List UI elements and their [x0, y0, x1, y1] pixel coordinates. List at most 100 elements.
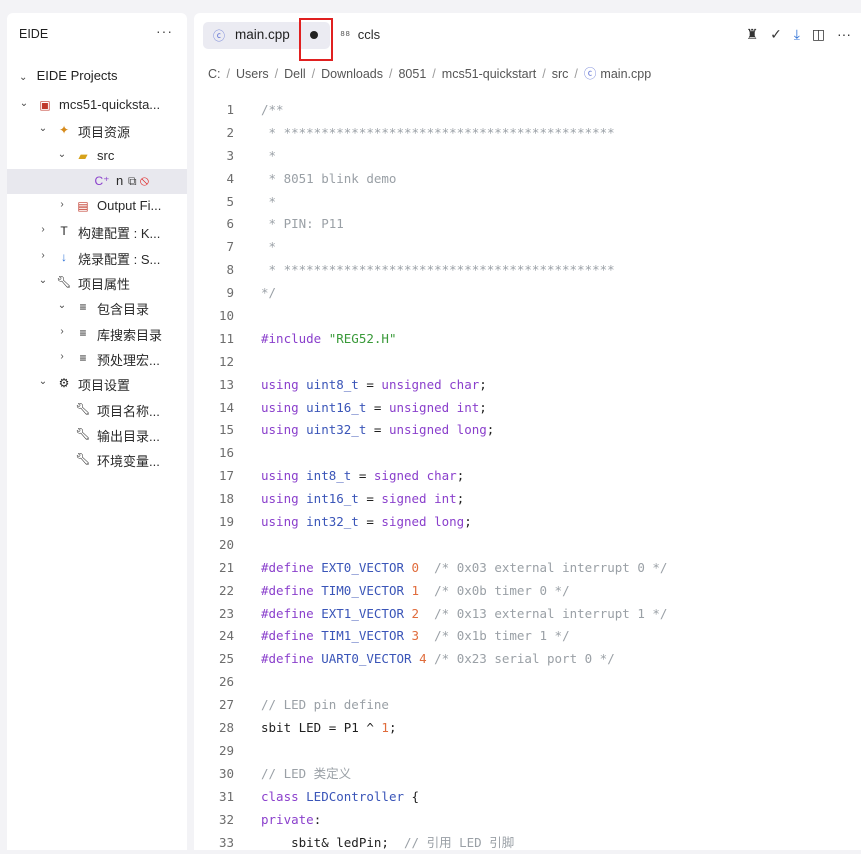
code-token: UART0_VECTOR — [321, 651, 411, 666]
code-line[interactable]: 20 — [194, 534, 861, 557]
eide-projects-section[interactable]: ⌄ EIDE Projects — [19, 68, 118, 83]
code-line[interactable]: 30// LED 类定义 — [194, 763, 861, 786]
tree-item[interactable]: 🔧︎环境变量... — [7, 447, 187, 472]
code-line[interactable]: 32private: — [194, 809, 861, 832]
code-token: /* 0x0b timer 0 */ — [419, 583, 570, 598]
code-line[interactable]: 19using int32_t = signed long; — [194, 511, 861, 534]
chevron-right-icon[interactable]: › — [57, 199, 67, 210]
tree-item[interactable]: ⌄⚙项目设置 — [7, 371, 187, 396]
code-line[interactable]: 25#define UART0_VECTOR 4 /* 0x23 serial … — [194, 648, 861, 671]
breadcrumb-item[interactable]: src — [552, 67, 569, 81]
open-file-icon[interactable]: ⧉ — [128, 174, 137, 188]
tree-item[interactable]: ›T构建配置 : K... — [7, 219, 187, 244]
tree-item-label: 项目名称... — [97, 401, 160, 420]
breadcrumb-item[interactable]: main.cpp — [600, 67, 651, 81]
tree-item-label: 输出目录... — [97, 426, 160, 445]
code-token — [404, 628, 412, 643]
code-line[interactable]: 22#define TIM0_VECTOR 1 /* 0x0b timer 0 … — [194, 580, 861, 603]
code-token: unsigned char — [381, 377, 479, 392]
code-token: unsigned int — [389, 400, 479, 415]
download-icon[interactable]: ⤓ — [794, 26, 800, 42]
code-line[interactable]: 16 — [194, 442, 861, 465]
code-line[interactable]: 8 * ************************************… — [194, 259, 861, 282]
code-line[interactable]: 3 * — [194, 145, 861, 168]
code-line[interactable]: 21#define EXT0_VECTOR 0 /* 0x03 external… — [194, 557, 861, 580]
breadcrumb-item[interactable]: Dell — [284, 67, 306, 81]
tree-item-label: n — [116, 173, 123, 188]
code-token: 3 — [412, 628, 420, 643]
tree-item[interactable]: C⁺n⧉ ⦸ — [7, 169, 187, 194]
code-line[interactable]: 5 * — [194, 191, 861, 214]
line-number: 8 — [194, 259, 234, 282]
breadcrumb-item[interactable]: C: — [208, 67, 221, 81]
code-line[interactable]: 23#define EXT1_VECTOR 2 /* 0x13 external… — [194, 603, 861, 626]
code-text: sbit& ledPin; // 引用 LED 引脚 — [261, 832, 514, 854]
tree-item[interactable]: ›≡库搜索目录 — [7, 321, 187, 346]
code-text: * **************************************… — [261, 122, 615, 145]
code-token: 1 — [381, 720, 389, 735]
code-line[interactable]: 27// LED pin define — [194, 694, 861, 717]
more-icon[interactable]: ··· — [837, 26, 851, 42]
tree-item[interactable]: ⌄✦项目资源 — [7, 118, 187, 143]
code-token: class — [261, 789, 306, 804]
code-line[interactable]: 6 * PIN: P11 — [194, 213, 861, 236]
code-line[interactable]: 24#define TIM1_VECTOR 3 /* 0x1b timer 1 … — [194, 625, 861, 648]
tab-main-cpp[interactable]: ⓒ main.cpp — [203, 22, 330, 49]
line-number: 10 — [194, 305, 234, 328]
code-line[interactable]: 17using int8_t = signed char; — [194, 465, 861, 488]
code-token — [404, 583, 412, 598]
code-line[interactable]: 28sbit LED = P1 ^ 1; — [194, 717, 861, 740]
split-editor-icon[interactable]: ◫ — [812, 26, 825, 42]
breadcrumb-item[interactable]: Users — [236, 67, 269, 81]
code-line[interactable]: 13using uint8_t = unsigned char; — [194, 374, 861, 397]
code-line[interactable]: 26 — [194, 671, 861, 694]
chevron-right-icon[interactable]: › — [57, 326, 67, 337]
chevron-right-icon[interactable]: › — [38, 250, 48, 261]
chevron-right-icon[interactable]: › — [38, 224, 48, 235]
line-number: 14 — [194, 397, 234, 420]
code-line[interactable]: 33 sbit& ledPin; // 引用 LED 引脚 — [194, 832, 861, 854]
code-line[interactable]: 15using uint32_t = unsigned long; — [194, 419, 861, 442]
code-line[interactable]: 9*/ — [194, 282, 861, 305]
code-line[interactable]: 31class LEDController { — [194, 786, 861, 809]
exclude-icon[interactable]: ⦸ — [140, 172, 149, 188]
editor-pane: ⓒ main.cpp ⁸⁸ ccls ♜ ✓ ⤓ ◫ ··· C:/Users/… — [194, 13, 861, 850]
chevron-down-icon[interactable]: ⌄ — [57, 300, 67, 311]
breadcrumb-item[interactable]: mcs51-quickstart — [442, 67, 536, 81]
chevron-down-icon[interactable]: ⌄ — [57, 149, 67, 160]
chevron-right-icon[interactable]: › — [57, 351, 67, 362]
build-icon[interactable]: ♜ — [746, 26, 759, 42]
tab-ccls[interactable]: ⁸⁸ ccls — [340, 27, 380, 42]
code-line[interactable]: 2 * ************************************… — [194, 122, 861, 145]
chevron-down-icon[interactable]: ⌄ — [38, 123, 48, 134]
code-line[interactable]: 12 — [194, 351, 861, 374]
code-line[interactable]: 1/** — [194, 99, 861, 122]
code-text: /** — [261, 99, 284, 122]
code-line[interactable]: 29 — [194, 740, 861, 763]
code-line[interactable]: 11#include "REG52.H" — [194, 328, 861, 351]
sidebar-more-icon[interactable]: ··· — [156, 23, 173, 39]
breadcrumb-item[interactable]: 8051 — [398, 67, 426, 81]
tree-item[interactable]: ›≡预处理宏... — [7, 346, 187, 371]
tree-item[interactable]: ⌄▣mcs51-quicksta... — [7, 93, 187, 118]
code-line[interactable]: 18using int16_t = signed int; — [194, 488, 861, 511]
code-line[interactable]: 10 — [194, 305, 861, 328]
tree-item[interactable]: ›↓烧录配置 : S... — [7, 245, 187, 270]
code-line[interactable]: 4 * 8051 blink demo — [194, 168, 861, 191]
code-token: * **************************************… — [261, 125, 615, 140]
tree-item[interactable]: ⌄≡包含目录 — [7, 295, 187, 320]
code-line[interactable]: 7 * — [194, 236, 861, 259]
tree-item[interactable]: ⌄🔧︎项目属性 — [7, 270, 187, 295]
chevron-down-icon[interactable]: ⌄ — [19, 98, 29, 109]
tree-item[interactable]: 🔧︎项目名称... — [7, 397, 187, 422]
clean-icon[interactable]: ✓ — [770, 26, 782, 42]
code-token: /* 0x03 external interrupt 0 */ — [419, 560, 667, 575]
chevron-down-icon[interactable]: ⌄ — [38, 376, 48, 387]
breadcrumb-item[interactable]: Downloads — [321, 67, 383, 81]
code-editor[interactable]: 1/**2 * ********************************… — [194, 99, 861, 854]
tree-item[interactable]: 🔧︎输出目录... — [7, 422, 187, 447]
code-line[interactable]: 14using uint16_t = unsigned int; — [194, 397, 861, 420]
tree-item[interactable]: ›▤Output Fi... — [7, 194, 187, 219]
chevron-down-icon[interactable]: ⌄ — [38, 275, 48, 286]
tree-item[interactable]: ⌄▰src — [7, 144, 187, 169]
